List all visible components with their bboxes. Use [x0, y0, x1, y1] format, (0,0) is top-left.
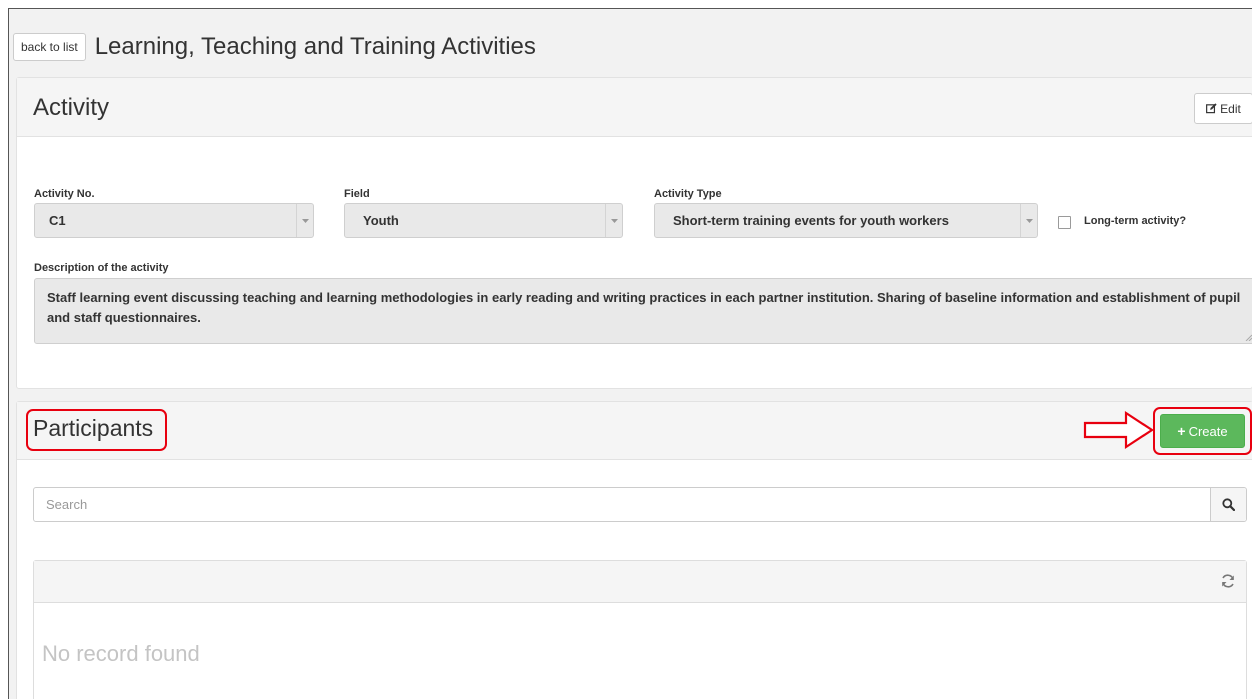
edit-label: Edit — [1220, 101, 1241, 116]
search-button[interactable] — [1210, 488, 1246, 521]
resize-grip-icon[interactable] — [1245, 334, 1252, 341]
arrow-right-icon — [1083, 410, 1155, 450]
chevron-down-icon — [296, 204, 313, 237]
participants-panel-heading: Participants + Create — [17, 402, 1252, 460]
search-bar — [33, 487, 1247, 522]
activity-panel-heading: Activity Edit — [17, 78, 1252, 137]
activity-title: Activity — [33, 94, 110, 121]
description-text: Staff learning event discussing teaching… — [47, 290, 1241, 325]
activity-no-label: Activity No. — [34, 188, 95, 200]
description-label: Description of the activity — [34, 262, 169, 274]
back-to-list-button[interactable]: back to list — [13, 33, 86, 61]
activity-type-label: Activity Type — [654, 188, 722, 200]
activity-no-value: C1 — [49, 213, 66, 228]
activity-type-value: Short-term training events for youth wor… — [673, 213, 949, 228]
long-term-label: Long-term activity? — [1084, 215, 1187, 227]
page-title: Learning, Teaching and Training Activiti… — [94, 33, 536, 60]
participants-panel: Participants + Create Search No record f… — [16, 401, 1252, 699]
description-textarea[interactable]: Staff learning event discussing teaching… — [34, 278, 1252, 344]
field-value: Youth — [363, 213, 399, 228]
long-term-checkbox[interactable] — [1058, 216, 1071, 229]
activity-no-select[interactable]: C1 — [34, 203, 314, 238]
refresh-icon[interactable] — [1220, 573, 1236, 589]
page-header: back to list Learning, Teaching and Trai… — [13, 29, 536, 65]
participants-title-highlight — [26, 409, 167, 451]
search-icon — [1222, 498, 1235, 511]
table-toolbar — [34, 561, 1246, 603]
edit-button[interactable]: Edit — [1194, 93, 1252, 124]
edit-icon — [1206, 103, 1217, 114]
field-select[interactable]: Youth — [344, 203, 623, 238]
participants-table: No record found — [33, 560, 1247, 699]
activity-panel: Activity Edit Activity No. C1 Field Yout… — [16, 77, 1252, 389]
chevron-down-icon — [605, 204, 622, 237]
create-button-highlight — [1153, 407, 1252, 455]
activity-type-select[interactable]: Short-term training events for youth wor… — [654, 203, 1038, 238]
search-input[interactable] — [34, 488, 1210, 521]
chevron-down-icon — [1020, 204, 1037, 237]
field-label: Field — [344, 188, 370, 200]
page-frame: back to list Learning, Teaching and Trai… — [8, 8, 1252, 699]
empty-state-message: No record found — [42, 641, 200, 666]
